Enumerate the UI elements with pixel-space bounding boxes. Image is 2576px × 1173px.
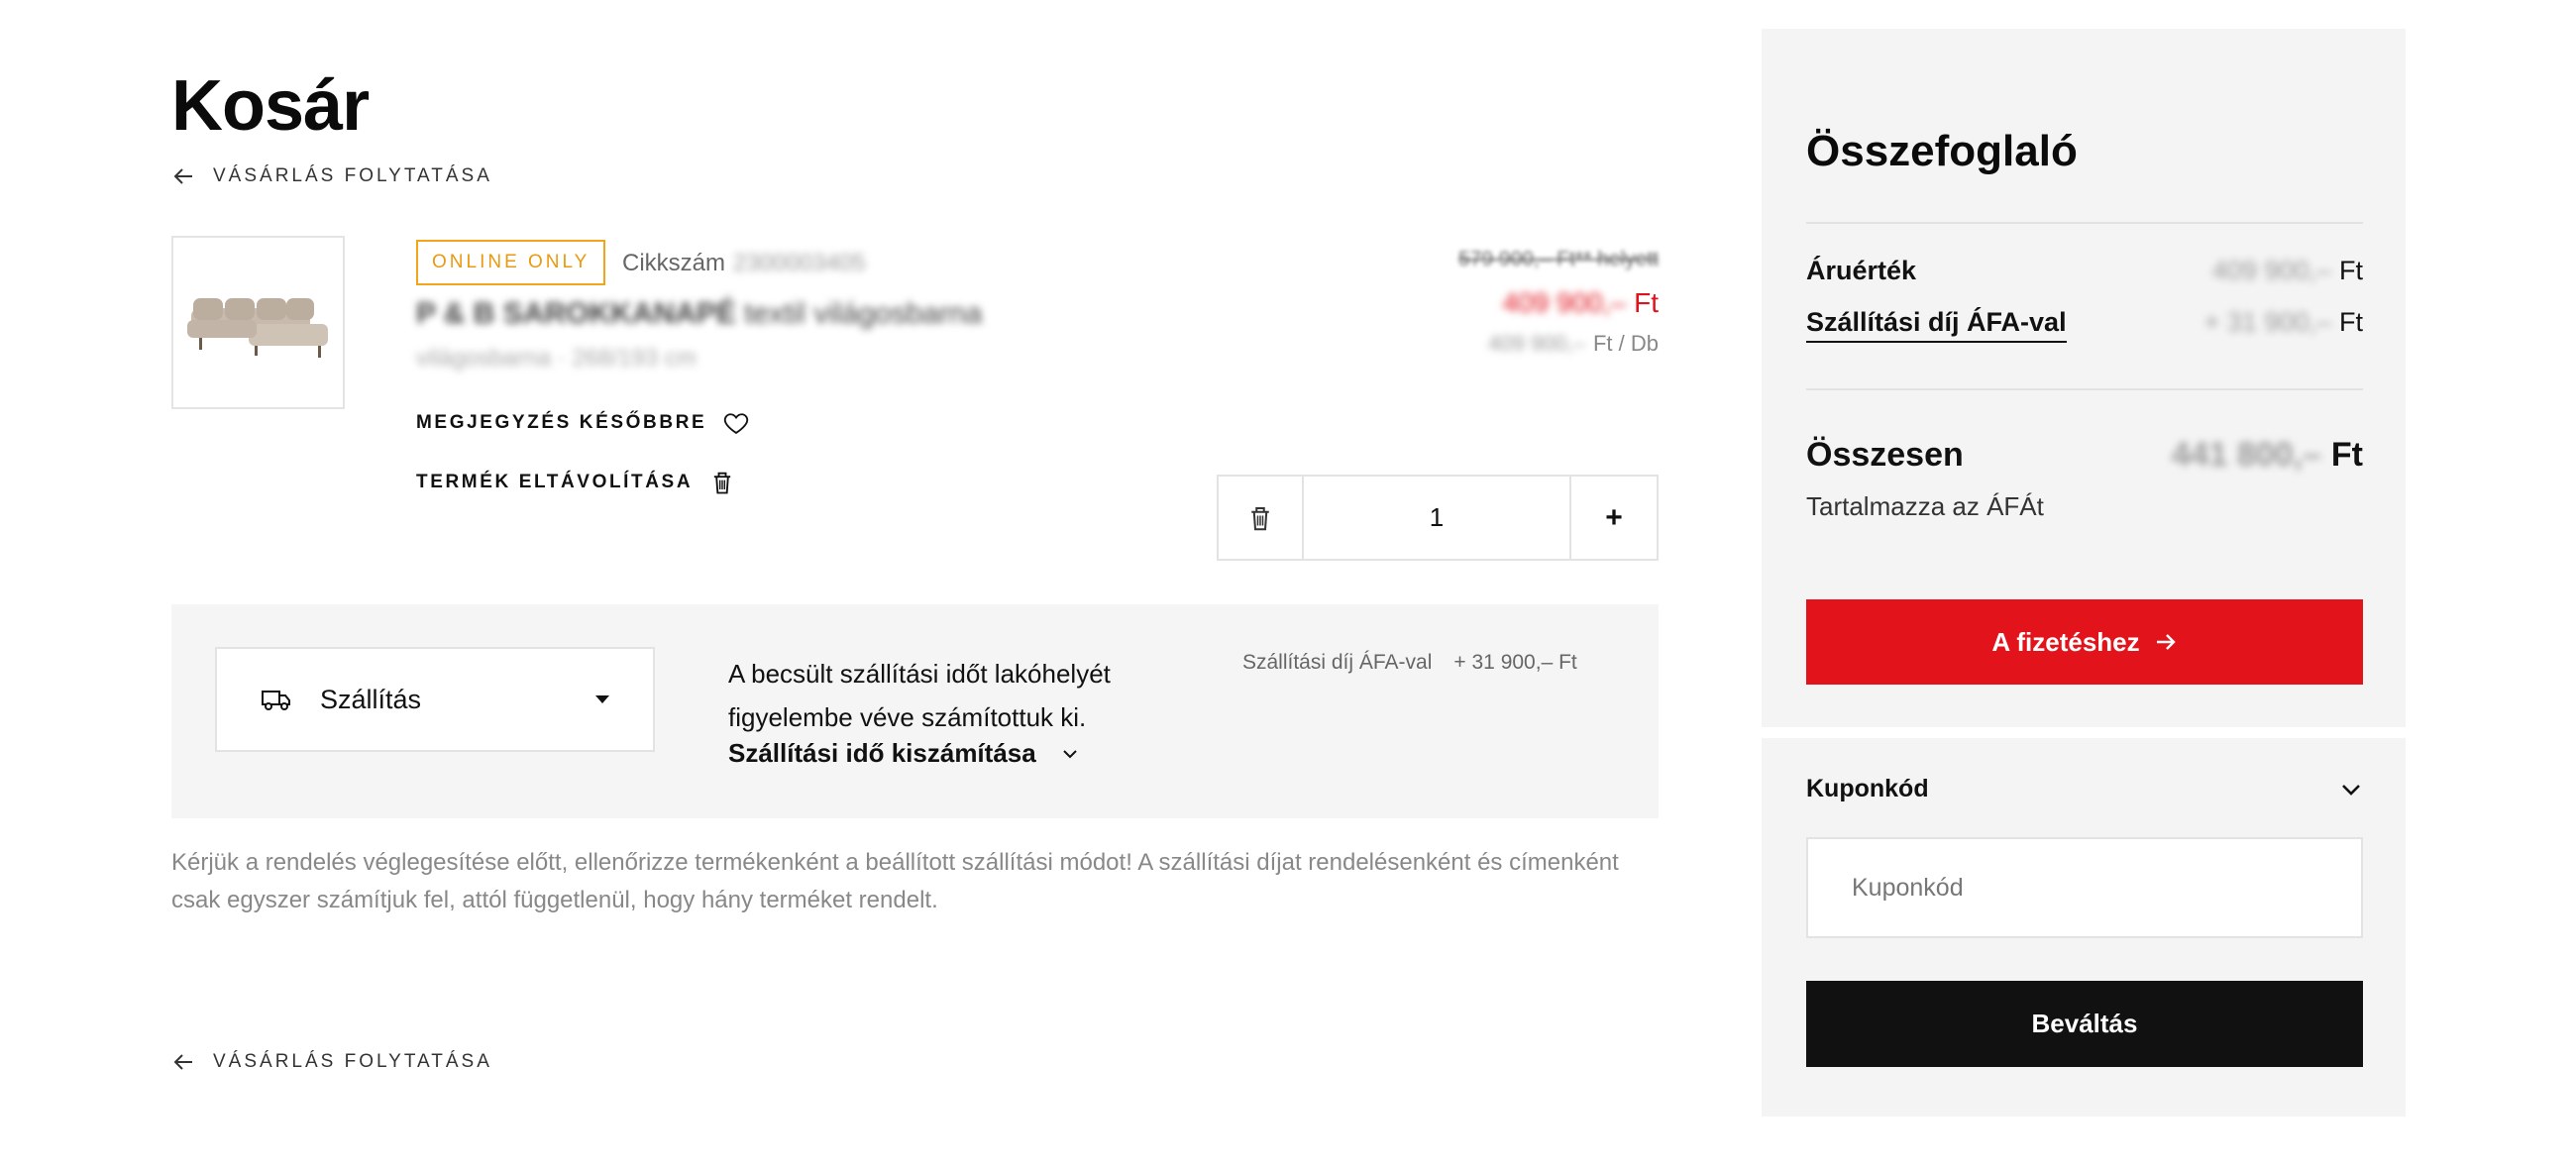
price-new-value: 409 900,–: [1502, 287, 1627, 318]
product-image[interactable]: [171, 236, 345, 409]
shipping-fee-value: + 31 900,– Ft: [1453, 651, 1577, 674]
price-old: 579 900,– Ft** helyett: [1458, 248, 1659, 270]
truck-icon: [262, 691, 290, 710]
continue-shopping-label: Vásárlás folytatása: [213, 1051, 492, 1072]
continue-shopping-link-top[interactable]: Vásárlás folytatása: [171, 164, 492, 188]
product-name-main: P & B SAROKKANAPÉ: [416, 297, 736, 330]
shipping-fee: Szállítási díj ÁFA-val + 31 900,– Ft: [1242, 651, 1577, 675]
chevron-down-icon: [2342, 784, 2360, 796]
shipping-fee-label: Szállítási díj ÁFA-val: [1242, 651, 1433, 674]
checkout-label: A fizetéshez: [1991, 626, 2140, 657]
shipping-fee-summary-currency: Ft: [2339, 307, 2363, 337]
unit-price-value: 409 900,–: [1488, 331, 1585, 356]
goods-value: 409 900,– Ft: [2212, 256, 2363, 286]
page-title: Kosár: [171, 66, 370, 146]
arrow-right-icon: [2156, 634, 2176, 650]
price-new: 409 900,– Ft: [1503, 287, 1659, 319]
goods-value-amount: 409 900,–: [2211, 256, 2331, 285]
divider: [1806, 222, 2363, 224]
coupon-toggle[interactable]: Kuponkód: [1806, 775, 2363, 803]
arrow-left-icon: [173, 168, 192, 184]
online-only-badge: ONLINE ONLY: [416, 240, 606, 285]
summary-title: Összefoglaló: [1806, 127, 2078, 175]
product-attributes: világosbarna · 268/193 cm: [416, 345, 697, 372]
shipping-method-label: Szállítás: [320, 684, 422, 714]
caret-down-icon: [595, 695, 609, 703]
sofa-image: [186, 297, 328, 358]
product-name[interactable]: P & B SAROKKANAPÉ textil világosbarna: [416, 297, 982, 331]
save-for-later-label: Megjegyzés későbbre: [416, 412, 707, 433]
sku-value: 2300003405: [733, 250, 866, 276]
unit-price: 409 900,– Ft / Db: [1488, 331, 1659, 357]
sku: Cikkszám 2300003405: [622, 250, 866, 277]
sku-label: Cikkszám: [622, 250, 726, 276]
coupon-title: Kuponkód: [1806, 775, 1929, 802]
goods-value-currency: Ft: [2339, 256, 2363, 285]
chevron-down-icon: [1062, 749, 1077, 758]
shipping-method-select[interactable]: Szállítás: [215, 647, 655, 752]
trash-icon: [713, 472, 731, 494]
unit-price-suffix: Ft / Db: [1592, 331, 1659, 356]
checkout-button[interactable]: A fizetéshez: [1806, 599, 2363, 685]
total-currency: Ft: [2330, 436, 2363, 474]
shipping-fee-summary: + 31 900,– Ft: [2204, 307, 2363, 338]
shipping-time-calc-link[interactable]: Szállítási idő kiszámítása: [728, 738, 1080, 769]
shipping-time-calc-label: Szállítási idő kiszámítása: [728, 738, 1036, 768]
shipping-notice: Kérjük a rendelés véglegesítése előtt, e…: [171, 849, 1619, 913]
quantity-remove-button[interactable]: [1219, 477, 1304, 559]
shipping-fee-summary-link[interactable]: Szállítási díj ÁFA-val: [1806, 307, 2067, 343]
total-label: Összesen: [1806, 436, 1964, 474]
continue-shopping-link-bottom[interactable]: Vásárlás folytatása: [171, 1050, 492, 1074]
shipping-fee-summary-amount: + 31 900,–: [2203, 307, 2331, 337]
continue-shopping-label: Vásárlás folytatása: [213, 165, 492, 186]
quantity-stepper: 1 +: [1217, 475, 1659, 561]
total-amount: 441 800,–: [2171, 436, 2321, 474]
total-value: 441 800,– Ft: [2172, 436, 2363, 475]
remove-product-label: Termék eltávolítása: [416, 472, 694, 492]
divider: [1806, 388, 2363, 390]
shipping-fee-summary-label: Szállítási díj ÁFA-val: [1806, 307, 2067, 343]
goods-value-label: Áruérték: [1806, 256, 1917, 285]
arrow-left-icon: [173, 1054, 192, 1070]
quantity-increase-button[interactable]: +: [1571, 477, 1657, 559]
trash-icon: [1251, 506, 1269, 530]
shipping-info: A becsült szállítási időt lakóhelyét fig…: [728, 659, 1111, 732]
remove-product-link[interactable]: Termék eltávolítása: [416, 469, 736, 496]
vat-note: Tartalmazza az ÁFÁt: [1806, 491, 2044, 521]
redeem-button[interactable]: Beváltás: [1806, 981, 2363, 1067]
quantity-value[interactable]: 1: [1304, 477, 1571, 559]
coupon-input[interactable]: [1806, 837, 2363, 938]
price-new-currency: Ft: [1634, 287, 1659, 318]
save-for-later-link[interactable]: Megjegyzés későbbre: [416, 409, 750, 437]
product-name-sub: textil világosbarna: [744, 297, 983, 330]
heart-icon: [724, 413, 749, 435]
